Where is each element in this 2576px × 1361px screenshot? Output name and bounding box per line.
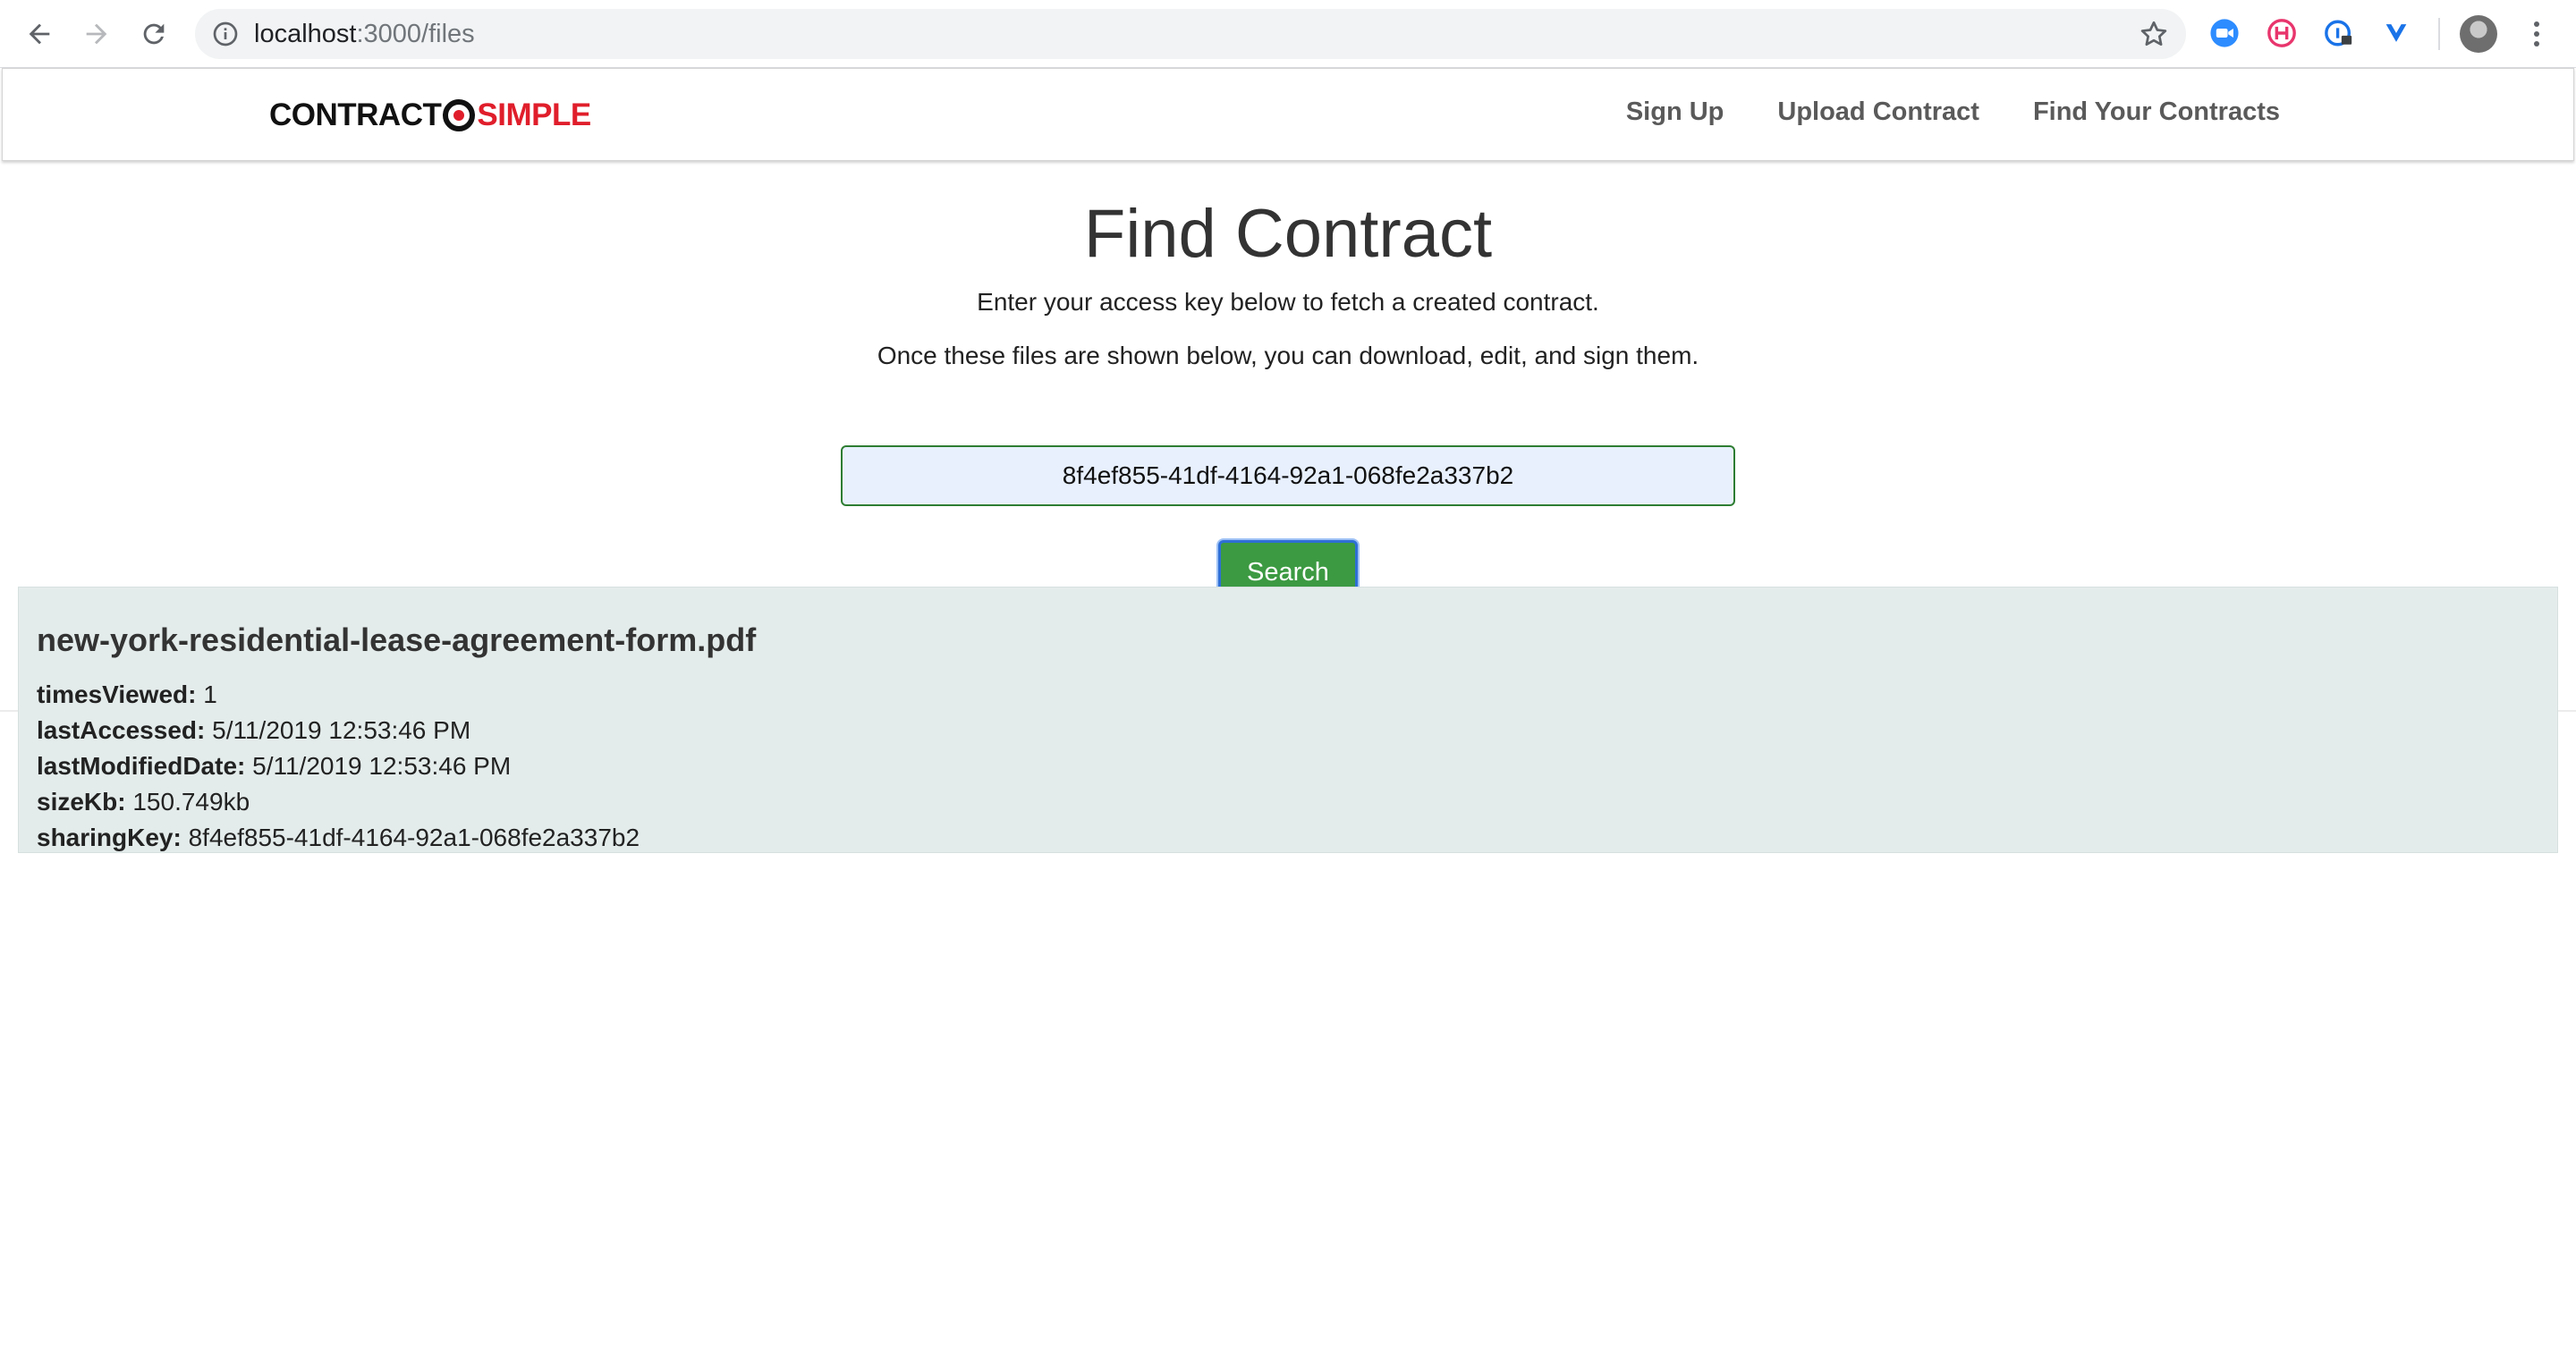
nav-upload-contract[interactable]: Upload Contract (1777, 97, 1979, 127)
access-key-input[interactable] (841, 445, 1735, 506)
detail-row: sharingKey: 8f4ef855-41df-4164-92a1-068f… (37, 820, 640, 856)
url-host: localhost (254, 20, 357, 48)
url-path: :3000/files (356, 20, 475, 48)
detail-value: 150.749kb (132, 788, 250, 816)
contract-filename[interactable]: new-york-residential-lease-agreement-for… (37, 621, 756, 659)
detail-key: sharingKey: (37, 824, 182, 851)
browser-menu-icon[interactable] (2524, 16, 2549, 52)
reload-button[interactable] (132, 13, 175, 55)
honey-ext-icon[interactable] (2265, 16, 2299, 50)
logo-text-simple: SIMPLE (477, 97, 591, 132)
detail-key: sizeKb: (37, 788, 126, 816)
back-button[interactable] (18, 13, 61, 55)
nav-find-your-contracts[interactable]: Find Your Contracts (2033, 97, 2280, 127)
password-ext-icon[interactable] (2322, 16, 2356, 50)
detail-value: 1 (203, 680, 217, 708)
logo-text-contract: CONTRACT (269, 97, 442, 132)
nav-links: Sign Up Upload Contract Find Your Contra… (1626, 97, 2280, 127)
browser-toolbar: localhost:3000/files (0, 0, 2576, 68)
detail-row: lastModifiedDate: 5/11/2019 12:53:46 PM (37, 748, 640, 784)
info-icon[interactable] (211, 20, 240, 48)
detail-row: lastAccessed: 5/11/2019 12:53:46 PM (37, 713, 640, 748)
toolbar-separator (2438, 18, 2440, 50)
forward-arrow-icon (86, 23, 107, 45)
site-navbar: CONTRACT SIMPLE Sign Up Upload Contract … (2, 68, 2574, 161)
detail-row: sizeKb: 150.749kb (37, 784, 640, 820)
detail-value: 5/11/2019 12:53:46 PM (252, 752, 512, 780)
forward-button[interactable] (75, 13, 118, 55)
logo-ring-icon (443, 99, 476, 131)
contract-details: timesViewed: 1 lastAccessed: 5/11/2019 1… (37, 677, 640, 856)
bookmark-star-icon[interactable] (2138, 18, 2170, 50)
detail-key: lastAccessed: (37, 716, 206, 744)
detail-row: timesViewed: 1 (37, 677, 640, 713)
help-text: Once these files are shown below, you ca… (877, 342, 1699, 369)
zoom-ext-icon[interactable] (2207, 16, 2241, 50)
reload-icon (143, 23, 165, 45)
detail-key: timesViewed: (37, 680, 197, 708)
address-bar[interactable]: localhost:3000/files (195, 9, 2186, 59)
detail-value: 8f4ef855-41df-4164-92a1-068fe2a337b2 (188, 824, 640, 851)
vimeo-ext-icon[interactable] (2379, 16, 2413, 50)
brand-logo[interactable]: CONTRACT SIMPLE (269, 96, 591, 135)
page-title: Find Contract (1083, 196, 1493, 272)
instruction-text: Enter your access key below to fetch a c… (977, 288, 1599, 316)
profile-avatar[interactable] (2460, 15, 2497, 53)
url-text: localhost:3000/files (254, 19, 475, 49)
back-arrow-icon (29, 23, 50, 45)
contract-result-card: new-york-residential-lease-agreement-for… (18, 587, 2558, 853)
detail-value: 5/11/2019 12:53:46 PM (212, 716, 471, 744)
detail-key: lastModifiedDate: (37, 752, 246, 780)
nav-sign-up[interactable]: Sign Up (1626, 97, 1724, 127)
